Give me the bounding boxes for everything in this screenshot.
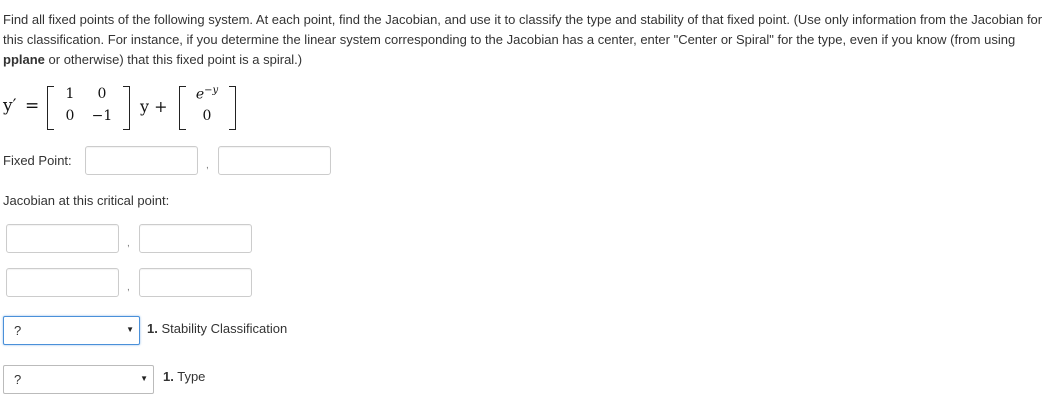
matrix-a22: −1 bbox=[91, 108, 113, 124]
fixed-point-label: Fixed Point: bbox=[3, 153, 72, 168]
type-selected-value: ? bbox=[14, 372, 22, 387]
vector-top: e−y bbox=[195, 85, 219, 103]
matrix-a12: 0 bbox=[97, 86, 107, 102]
stability-select[interactable]: ? ▼ bbox=[3, 316, 140, 345]
equation-lhs: y′ bbox=[3, 96, 17, 116]
vector-bottom: 0 bbox=[202, 108, 212, 124]
jacobian-input-12[interactable] bbox=[139, 224, 252, 253]
dropdown-arrow-icon: ▼ bbox=[140, 374, 148, 383]
dropdown-arrow-icon: ▼ bbox=[126, 325, 134, 334]
vector-right-bracket bbox=[229, 86, 236, 130]
jacobian-separator: , bbox=[127, 238, 130, 249]
equation-equals: = bbox=[25, 96, 40, 116]
fixed-point-y-input[interactable] bbox=[218, 146, 331, 175]
prompt-text-2: or otherwise) that this fixed point is a… bbox=[44, 52, 303, 67]
jacobian-separator: , bbox=[127, 282, 130, 293]
jacobian-label: Jacobian at this critical point: bbox=[3, 193, 170, 208]
problem-prompt: Find all fixed points of the following s… bbox=[3, 10, 1043, 70]
jacobian-input-22[interactable] bbox=[139, 268, 252, 297]
equation-y-plus: y + bbox=[140, 97, 168, 116]
type-label: 1. Type bbox=[163, 369, 206, 384]
fixed-point-x-input[interactable] bbox=[85, 146, 198, 175]
pplane-keyword: pplane bbox=[3, 52, 45, 67]
jacobian-input-21[interactable] bbox=[6, 268, 119, 297]
prompt-text-1: Find all fixed points of the following s… bbox=[3, 12, 1043, 47]
type-select[interactable]: ? ▼ bbox=[3, 365, 154, 394]
matrix-left-bracket bbox=[47, 86, 54, 130]
matrix-a21: 0 bbox=[65, 108, 75, 124]
system-equation: y′ = 1 0 0 −1 y + e−y 0 bbox=[3, 84, 243, 132]
fixed-point-separator: , bbox=[206, 160, 209, 171]
matrix-right-bracket bbox=[123, 86, 130, 130]
stability-label: 1. Stability Classification bbox=[147, 321, 288, 336]
matrix-a11: 1 bbox=[65, 86, 75, 102]
stability-selected-value: ? bbox=[14, 323, 22, 338]
vector-left-bracket bbox=[179, 86, 186, 130]
jacobian-input-11[interactable] bbox=[6, 224, 119, 253]
